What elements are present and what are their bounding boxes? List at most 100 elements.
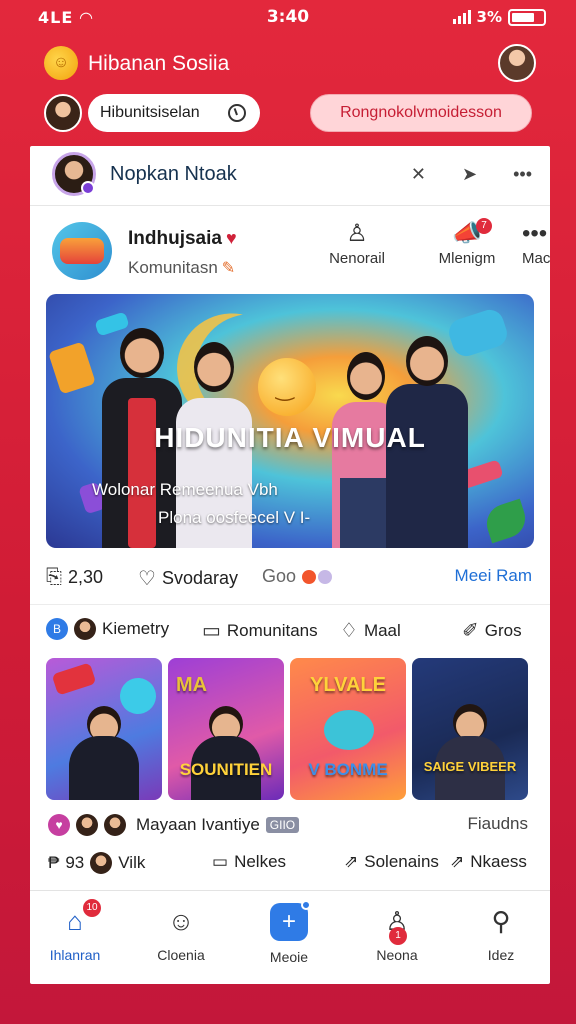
user-avatar[interactable]	[44, 94, 82, 132]
divider	[30, 604, 550, 605]
close-icon[interactable]: ✕	[411, 164, 426, 185]
save-stat[interactable]: ♡ Svodaray	[138, 566, 238, 591]
home-icon: ⌂ 10	[57, 899, 101, 939]
share-icon: ⇗	[344, 852, 359, 871]
count-chip[interactable]: ₱ 93 Vilk	[48, 852, 145, 874]
battery-percent: 3%	[476, 8, 502, 26]
app-header: ☺ Hibanan Sosiia Hibunitsiselan Rongnoko…	[28, 38, 550, 148]
post-action-bar: B Kiemetry ▭ Romunitans ♢ Maal ✐ Gros	[30, 612, 550, 648]
share-action[interactable]: ⇗ Solenains	[344, 852, 439, 872]
post-subtitle: Komunitasn ✎	[128, 258, 236, 277]
group-actions: ✕ ➤ •••	[411, 164, 532, 185]
app-logo-icon[interactable]: ☺	[44, 46, 78, 80]
group-avatar[interactable]	[52, 152, 96, 196]
comment-action[interactable]: ▭ Romunitans	[202, 618, 318, 643]
pencil-icon: ✎	[221, 260, 236, 277]
mini-avatar	[74, 618, 96, 640]
reaction-icons	[302, 569, 333, 584]
tile-label: SOUNITIEN	[179, 760, 273, 779]
banner-subtitle: Wolonar Remeenua Vbh	[92, 480, 278, 499]
more-icon: •••	[522, 220, 548, 247]
nav-home[interactable]: ⌂ 10 Ihlanran	[30, 899, 120, 963]
status-bar: 4LЕ ◠ 3:40 3%	[0, 0, 576, 34]
heart-icon: ♥	[225, 228, 237, 248]
more-icon[interactable]: •••	[513, 164, 532, 185]
status-icons: 3%	[452, 8, 546, 26]
group-name[interactable]: Nopkan Ntoak	[110, 163, 237, 186]
media-tile[interactable]	[46, 658, 162, 800]
send-icon: ⇗	[450, 852, 465, 871]
kiemetry-action[interactable]: B Kiemetry	[46, 618, 169, 640]
see-more-link[interactable]: Meei Ram	[455, 566, 532, 586]
tile-label-top: YLVALE	[310, 674, 386, 696]
post-stats: ⎘ 2,30 ♡ Svodaray Goo Meei Ram	[30, 560, 550, 596]
clock-icon	[228, 104, 246, 122]
notify-action[interactable]: ♙ Nenorail	[302, 218, 412, 267]
nav-chat[interactable]: ☺ Cloenia	[136, 903, 226, 963]
tile-label: SAIGE VIBEER	[423, 759, 517, 774]
notification-badge: 7	[476, 218, 492, 234]
mini-avatar	[76, 814, 98, 836]
heart-outline-icon: ♡	[138, 568, 156, 590]
notification-badge: 1	[389, 927, 407, 945]
cta-button[interactable]: Rongnokolvmoidesson	[310, 94, 532, 132]
media-tile[interactable]: YLVALE V BONME	[290, 658, 406, 800]
smiley-icon	[258, 358, 316, 416]
leaf-icon	[481, 498, 531, 544]
leaf-icon: ♢	[340, 620, 358, 642]
send-icon[interactable]: ➤	[462, 164, 477, 185]
bell-icon: ♙	[346, 220, 368, 247]
count-stat[interactable]: ⎘ 2,30	[46, 566, 103, 589]
bottom-nav: ⌂ 10 Ihlanran ☺ Cloenia + Meoie ♙ 1 Neona …	[30, 890, 550, 984]
battery-icon	[508, 8, 546, 26]
bookmark-icon: ⎘	[46, 566, 62, 588]
pin-icon: ₱	[48, 853, 60, 872]
megaphone-action[interactable]: 📣 7 Mlenigm	[412, 218, 522, 267]
reactions-stat[interactable]: Goo	[262, 566, 333, 587]
globe-icon	[324, 710, 374, 750]
post-thumbnail[interactable]	[52, 222, 112, 280]
comment-icon: ▭	[202, 620, 221, 642]
nav-notifications[interactable]: ♙ 1 Neona	[352, 903, 442, 963]
maal-action[interactable]: ♢ Maal	[340, 618, 401, 643]
media-tile[interactable]: MA SOUNITIEN	[168, 658, 284, 800]
comment-icon: ▭	[212, 852, 229, 871]
likes-action[interactable]: ▭ Nelkes	[212, 852, 286, 872]
heart-badge-icon: ♥	[48, 814, 70, 836]
post-title[interactable]: Indhujsaia ♥	[128, 228, 237, 250]
media-tile[interactable]: SAIGE VIBEER	[412, 658, 528, 800]
plus-icon: +	[270, 900, 311, 941]
page-icon: B	[46, 618, 68, 640]
more-action[interactable]: ••• Mac	[522, 218, 550, 267]
author-chip[interactable]: ♥ Mayaan Ivantiye GIIO	[48, 814, 300, 836]
post-header-actions: ♙ Nenorail 📣 7 Mlenigm ••• Mac	[302, 218, 550, 267]
sticker-icon	[51, 662, 97, 696]
app-title: Hibanan Sosiia	[88, 52, 230, 75]
share-icon: ✐	[462, 620, 479, 642]
tile-label: V BONME	[308, 760, 388, 779]
nav-search[interactable]: ⚲ Idez	[456, 903, 546, 963]
media-tiles: MA SOUNITIEN YLVALE V BONME SAIGE VIBEER	[46, 658, 534, 800]
trophy-icon	[48, 341, 96, 395]
send-action[interactable]: ⇗ Nkaess	[450, 852, 527, 872]
friends-link[interactable]: Fiaudns	[468, 814, 528, 834]
search-text: Hibunitsiselan	[100, 104, 200, 121]
mini-avatar	[90, 852, 113, 874]
meta-row: ♥ Mayaan Ivantiye GIIO Fiaudns	[30, 810, 550, 842]
online-dot-icon	[81, 181, 95, 195]
search-input[interactable]: Hibunitsiselan	[88, 94, 260, 132]
tag-badge: GIIO	[265, 817, 300, 833]
nav-create[interactable]: + Meoie	[244, 900, 334, 965]
signal-icon	[452, 10, 471, 24]
profile-avatar[interactable]	[498, 44, 536, 82]
post-banner-image[interactable]: HIDUNITIA VIMUAL Wolonar Remeenua Vbh Pl…	[46, 294, 534, 548]
figure-body	[69, 736, 139, 800]
chat-icon: ☺	[167, 906, 195, 936]
person-icon: ♙ 1	[379, 903, 415, 945]
share-action[interactable]: ✐ Gros	[462, 618, 522, 643]
banner-title: HIDUNITIA VIMUAL	[154, 422, 426, 453]
feed-card: Nopkan Ntoak ✕ ➤ ••• Indhujsaia ♥ Komunit…	[30, 146, 550, 984]
post-header: Indhujsaia ♥ Komunitasn ✎ ♙ Nenorail 📣 7 M…	[30, 208, 550, 288]
meta-row: ₱ 93 Vilk ▭ Nelkes ⇗ Solenains ⇗ Nkaess	[30, 848, 550, 880]
notification-badge: 10	[83, 899, 101, 917]
